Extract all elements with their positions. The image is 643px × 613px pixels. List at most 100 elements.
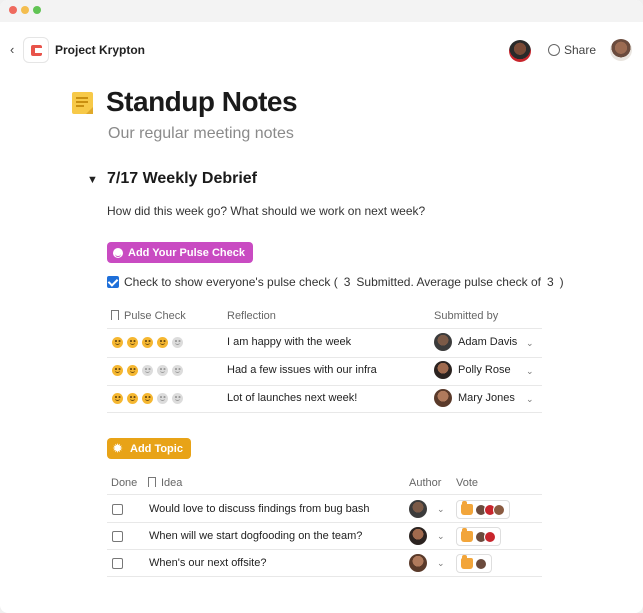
app-window: ‹ Project Krypton Share Standup Notes Ou… (0, 0, 643, 613)
close-window-button[interactable] (9, 6, 17, 14)
vote-button[interactable] (456, 527, 501, 546)
author-avatar (409, 527, 427, 545)
globe-icon (548, 44, 560, 56)
divider (107, 357, 542, 358)
divider (107, 522, 542, 523)
thumbs-up-icon (461, 528, 473, 542)
add-pulse-check-button[interactable]: Add Your Pulse Check (107, 242, 253, 263)
smiley-face-icon (157, 393, 168, 404)
divider (107, 385, 542, 386)
pulse-rating (112, 337, 183, 348)
submitter-name[interactable]: Adam Davis (458, 336, 517, 348)
avatar (434, 361, 452, 379)
submitter-name[interactable]: Mary Jones (458, 392, 515, 404)
sticky-note-icon (72, 92, 93, 114)
vote-button[interactable] (456, 554, 492, 573)
chevron-down-icon[interactable]: ⌄ (526, 394, 534, 405)
author-avatar (409, 554, 427, 572)
thumbs-up-icon (461, 555, 473, 569)
done-checkbox[interactable] (112, 531, 123, 542)
column-header-label: Pulse Check (124, 310, 186, 322)
pulse-rating (112, 393, 183, 404)
column-header-submitted-by: Submitted by (434, 310, 499, 322)
smiley-face-icon (142, 337, 153, 348)
pulse-rating (112, 365, 183, 376)
idea-cell[interactable]: When will we start dogfooding on the tea… (149, 530, 362, 542)
reflection-cell[interactable]: I am happy with the week (227, 336, 351, 348)
divider (107, 328, 542, 329)
smiley-face-icon (172, 393, 183, 404)
chevron-left-icon[interactable]: ‹ (10, 42, 14, 57)
share-button[interactable]: Share (548, 43, 596, 57)
divider (107, 412, 542, 413)
bookmark-icon (148, 477, 156, 487)
column-header-label: Idea (161, 477, 183, 489)
avatar (434, 333, 452, 351)
submitter-name[interactable]: Polly Rose (458, 364, 511, 376)
smiley-face-icon (142, 365, 153, 376)
smiley-face-icon (157, 337, 168, 348)
smiley-face-icon (172, 337, 183, 348)
section-question[interactable]: How did this week go? What should we wor… (107, 204, 425, 218)
show-pulse-check-toggle[interactable]: Check to show everyone's pulse check ( 3… (107, 275, 564, 289)
smiley-face-icon (112, 337, 123, 348)
chevron-down-icon[interactable]: ⌄ (526, 366, 534, 377)
smiley-face-icon (157, 365, 168, 376)
smiley-face-icon (127, 337, 138, 348)
done-checkbox[interactable] (112, 558, 123, 569)
author-avatar (409, 500, 427, 518)
sun-icon: ✹ (113, 442, 123, 455)
voter-avatar (475, 557, 487, 570)
chevron-down-icon[interactable]: ⌄ (526, 338, 534, 349)
column-header-idea: Idea (148, 477, 182, 489)
idea-cell[interactable]: When's our next offsite? (149, 557, 266, 569)
divider (107, 549, 542, 550)
add-pulse-check-label: Add Your Pulse Check (128, 246, 245, 259)
project-name[interactable]: Project Krypton (55, 43, 145, 57)
smiley-icon (113, 247, 123, 258)
idea-cell[interactable]: Would love to discuss findings from bug … (149, 503, 370, 515)
column-header-pulse-check: Pulse Check (111, 310, 186, 322)
avatar (434, 389, 452, 407)
pulse-check-text-end: ) (559, 275, 564, 289)
column-header-done: Done (111, 477, 138, 489)
add-topic-button[interactable]: ✹ Add Topic (107, 438, 191, 459)
pulse-check-text-middle: Submitted. Average pulse check of (356, 275, 541, 289)
pulse-check-text: Check to show everyone's pulse check ( (124, 275, 338, 289)
reflection-cell[interactable]: Lot of launches next week! (227, 392, 357, 404)
thumbs-up-icon (461, 501, 473, 515)
page-title[interactable]: Standup Notes (106, 86, 298, 118)
collapse-toggle-icon[interactable]: ▼ (87, 174, 98, 186)
smiley-face-icon (112, 393, 123, 404)
minimize-window-button[interactable] (21, 6, 29, 14)
reflection-cell[interactable]: Had a few issues with our infra (227, 364, 377, 376)
smiley-face-icon (127, 393, 138, 404)
chevron-down-icon[interactable]: ⌄ (437, 558, 445, 569)
bookmark-icon (111, 310, 119, 320)
vote-button[interactable] (456, 500, 510, 519)
section-title[interactable]: 7/17 Weekly Debrief (107, 170, 257, 188)
collaborator-avatar[interactable] (509, 40, 531, 62)
smiley-face-icon (112, 365, 123, 376)
smiley-face-icon (127, 365, 138, 376)
window-titlebar (0, 0, 643, 22)
voter-avatar (493, 503, 505, 516)
done-checkbox[interactable] (112, 504, 123, 515)
column-header-author: Author (409, 477, 442, 489)
user-avatar[interactable] (610, 39, 632, 61)
checkbox-checked-icon[interactable] (107, 276, 119, 288)
add-topic-label: Add Topic (130, 442, 183, 455)
page-subtitle[interactable]: Our regular meeting notes (108, 125, 294, 143)
project-logo-icon (23, 37, 49, 63)
divider (107, 576, 542, 577)
average-pulse: 3 (546, 275, 554, 289)
chevron-down-icon[interactable]: ⌄ (437, 504, 445, 515)
maximize-window-button[interactable] (33, 6, 41, 14)
smiley-face-icon (172, 365, 183, 376)
chevron-down-icon[interactable]: ⌄ (437, 531, 445, 542)
share-label: Share (564, 43, 597, 57)
submitted-count: 3 (343, 275, 351, 289)
voter-avatar (484, 530, 496, 543)
column-header-vote: Vote (456, 477, 479, 489)
column-header-reflection: Reflection (227, 310, 276, 322)
